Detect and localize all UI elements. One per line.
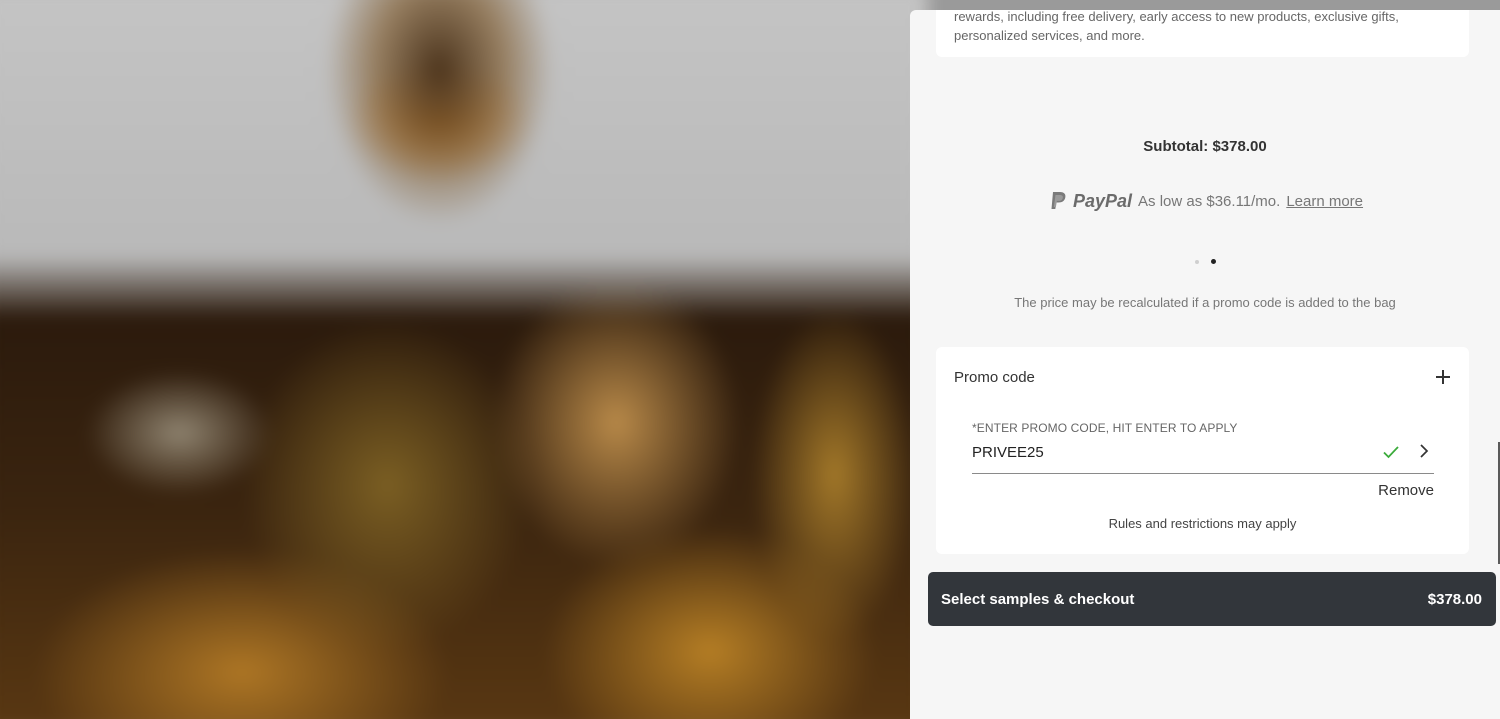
paypal-offer-text: As low as $36.11/mo. (1138, 192, 1281, 210)
promo-code-card: Promo code *ENTER PROMO CODE, HIT ENTER … (936, 347, 1469, 554)
promo-rules-text: Rules and restrictions may apply (1108, 516, 1297, 531)
subtotal: Subtotal: $378.00 (1143, 138, 1267, 155)
carousel-dot[interactable] (1194, 259, 1199, 264)
paypal-brand: PayPal (1072, 190, 1133, 211)
learn-more-link[interactable]: Learn more (1286, 193, 1363, 210)
checkout-button[interactable]: Select samples & checkout $378.00 (928, 572, 1496, 626)
paypal-logo-icon (1051, 192, 1066, 209)
paypal-offer: PayPal As low as $36.11/mo. Learn more (910, 190, 1500, 212)
carousel-dot-active[interactable] (1210, 259, 1216, 264)
promo-header[interactable]: Promo code (954, 366, 1451, 388)
blurred-background-image (0, 0, 929, 719)
promo-code-input[interactable] (972, 441, 1372, 463)
page: rewards, including free delivery, early … (0, 0, 1500, 719)
check-icon (1383, 446, 1399, 459)
price-recalc-note: The price may be recalculated if a promo… (1014, 295, 1396, 310)
promo-field: *ENTER PROMO CODE, HIT ENTER TO APPLY (972, 421, 1434, 474)
promo-field-label: *ENTER PROMO CODE, HIT ENTER TO APPLY (972, 421, 1238, 435)
remove-promo-button[interactable]: Remove (1378, 482, 1434, 499)
checkout-button-label: Select samples & checkout (941, 590, 1135, 608)
plus-icon[interactable] (1435, 369, 1451, 385)
rewards-text: rewards, including free delivery, early … (954, 9, 1399, 43)
rewards-card: rewards, including free delivery, early … (936, 9, 1469, 57)
paypal-logo: PayPal (1047, 190, 1132, 212)
chevron-right-icon[interactable] (1418, 443, 1430, 459)
promo-title: Promo code (954, 368, 1035, 386)
checkout-button-price: $378.00 (1427, 590, 1482, 608)
cart-drawer: rewards, including free delivery, early … (910, 9, 1500, 719)
carousel-dots (910, 259, 1500, 264)
